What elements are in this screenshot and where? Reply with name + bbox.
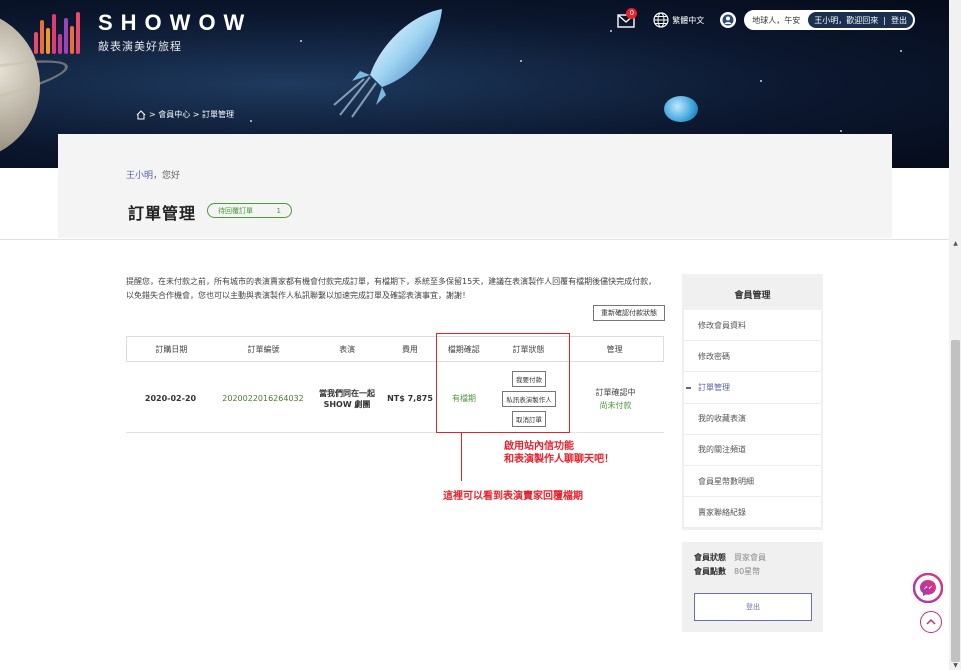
messenger-icon (913, 573, 943, 603)
order-date: 2020-02-20 (144, 394, 197, 403)
small-planet-illustration (664, 96, 698, 122)
scroll-down-arrow[interactable]: ▼ (951, 662, 960, 670)
greeting-suffix: ，您好 (153, 171, 181, 181)
user-greeting: 地球人，午安 (752, 15, 801, 25)
col-price: 費用 (401, 344, 418, 354)
user-avatar[interactable] (720, 12, 737, 28)
management-status: 訂單確認中 尚未付款 (567, 387, 664, 411)
sidebar-menu: 修改會員資料 修改密碼 訂單管理 我的收藏表演 我的關注頻道 會員星幣數明細 賣… (684, 310, 821, 529)
greeting: 王小明，您好 (126, 168, 180, 181)
payment-status: 尚未付款 (599, 400, 632, 410)
member-status-card: 會員狀態 買家會員 會員點數 80星幣 登出 (682, 542, 823, 632)
page-title: 訂單管理 (128, 204, 197, 223)
rocket-illustration (333, 9, 442, 118)
annotation-highlight-box (436, 333, 570, 433)
reconfirm-payment-button[interactable]: 重新確認付款狀態 (593, 305, 665, 321)
annotation-pointer-line (461, 433, 462, 481)
annotation-schedule: 這裡可以看到表演賣家回覆檔期 (443, 491, 583, 502)
order-number-link[interactable]: 2020022016264032 (215, 394, 311, 403)
welcome-name[interactable]: 王小明，歡迎回來 (814, 15, 878, 26)
showow-logo[interactable]: SHOWOW 敲表演美好旅程 (34, 10, 252, 54)
member-status-value: 買家會員 (734, 553, 766, 562)
top-bar: 0 繁體中文 地球人，午安 王小明，歡迎回來 | 登出 (617, 8, 915, 30)
sidebar-item-edit-profile[interactable]: 修改會員資料 (684, 310, 821, 342)
order-price: NT$ 7,875 (387, 394, 433, 403)
breadcrumb-text[interactable]: > 會員中心 > 訂單管理 (149, 109, 234, 120)
logo-mark-icon (34, 10, 88, 54)
home-icon[interactable] (136, 109, 146, 120)
chevron-up-icon (926, 618, 936, 625)
mail-badge: 0 (626, 8, 638, 19)
messenger-button[interactable] (911, 571, 945, 605)
sidebar-item-favorite-shows[interactable]: 我的收藏表演 (684, 404, 821, 435)
breadcrumb: > 會員中心 > 訂單管理 (136, 109, 234, 120)
language-label: 繁體中文 (672, 15, 705, 25)
col-management: 管理 (606, 344, 623, 354)
show-title[interactable]: 當我們同在一起 SHOW 劇團 (311, 388, 383, 410)
pending-orders-badge[interactable]: 待回覆訂單 1 (207, 203, 292, 218)
scrollbar-thumb[interactable] (951, 340, 960, 662)
member-points-label: 會員點數 (694, 567, 726, 576)
sidebar-item-change-password[interactable]: 修改密碼 (684, 341, 821, 373)
annotation-line2: 和表演製作人聊聊天吧！ (504, 454, 614, 465)
greeting-user-name: 王小明 (126, 171, 154, 181)
pending-label: 待回覆訂單 (218, 206, 253, 215)
payment-notice: 提醒您，在未付款之前，所有城市的表演賣家都有機會付款完成訂單，有檔期下，系統至多… (126, 277, 657, 300)
col-order-number: 訂單編號 (247, 344, 280, 354)
globe-icon (653, 12, 669, 28)
user-pill: 地球人，午安 王小明，歡迎回來 | 登出 (744, 10, 915, 30)
col-order-date: 訂購日期 (155, 344, 188, 354)
header-logout-link[interactable]: 登出 (891, 15, 907, 26)
annotation-messaging: 啟用站內信功能 和表演製作人聊聊天吧！ (504, 440, 614, 466)
show-title-line1: 當我們同在一起 (319, 388, 375, 398)
logo-name: SHOWOW (98, 10, 253, 35)
language-selector[interactable]: 繁體中文 (653, 12, 704, 28)
sidebar-item-followed-channels[interactable]: 我的關注頻道 (684, 435, 821, 466)
orders-table-header: 訂購日期 訂單編號 表演 費用 檔期確認 訂單狀態 管理 (126, 336, 664, 362)
sidebar-title: 會員管理 (734, 290, 771, 301)
avatar-icon (722, 14, 734, 26)
mail-button[interactable]: 0 (617, 8, 638, 28)
sidebar-item-order-management[interactable]: 訂單管理 (684, 372, 821, 404)
member-sidebar: 會員管理 修改會員資料 修改密碼 訂單管理 我的收藏表演 我的關注頻道 會員星幣… (682, 274, 823, 530)
logo-tagline: 敲表演美好旅程 (98, 40, 182, 53)
col-show: 表演 (339, 344, 356, 354)
table-row: 2020-02-20 2020022016264032 當我們同在一起 SHOW… (126, 365, 664, 433)
pending-count: 1 (276, 206, 281, 215)
member-status-label: 會員狀態 (694, 553, 726, 562)
welcome-bar: 王小明，歡迎回來 | 登出 (808, 12, 913, 28)
order-confirm-status: 訂單確認中 (595, 387, 636, 397)
scroll-up-arrow[interactable]: ▲ (951, 240, 960, 249)
annotation-line1: 啟用站內信功能 (504, 441, 574, 452)
show-title-line2: SHOW 劇團 (323, 399, 371, 409)
sidebar-item-seller-contacts[interactable]: 賣家聯絡紀錄 (684, 497, 821, 529)
sidebar-item-star-coin-details[interactable]: 會員星幣數明細 (684, 466, 821, 498)
back-to-top-button[interactable] (920, 611, 942, 633)
member-points-value: 80星幣 (734, 567, 761, 576)
logout-button[interactable]: 登出 (694, 593, 812, 621)
